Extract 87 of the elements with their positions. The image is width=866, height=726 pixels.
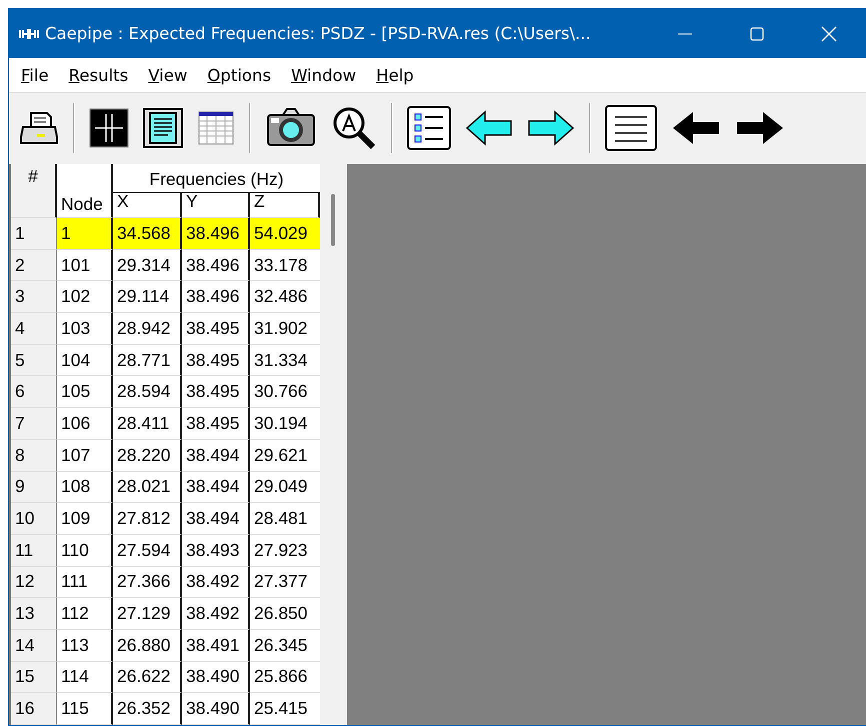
table-cell: 113 <box>57 630 113 662</box>
row-number: 15 <box>11 662 57 694</box>
row-number: 11 <box>11 534 57 567</box>
table-cell: 38.495 <box>182 408 250 440</box>
table-cell: 27.366 <box>113 566 182 598</box>
table-cell: 1 <box>57 218 113 250</box>
table-cell: 27.812 <box>113 503 182 535</box>
document-icon[interactable] <box>143 108 183 148</box>
window-title: Caepipe : Expected Frequencies: PSDZ - [PSD-RVA.res (C:\Users\... <box>45 24 592 44</box>
table-cell: 111 <box>57 566 113 598</box>
table-cell: 26.880 <box>113 630 182 662</box>
row-number: 7 <box>11 408 57 440</box>
table-cell: 28.594 <box>113 376 182 408</box>
scrollbar-thumb[interactable] <box>331 194 335 246</box>
table-cell: 38.491 <box>182 630 250 662</box>
table-cell: 101 <box>57 250 113 282</box>
table-cell: 38.493 <box>182 534 250 567</box>
table-cell: 112 <box>57 598 113 630</box>
table-cell: 38.495 <box>182 313 250 345</box>
table-cell: 38.495 <box>182 344 250 376</box>
menu-item[interactable]: File <box>19 66 61 85</box>
table-cell: 38.494 <box>182 472 250 504</box>
table-cell: 38.492 <box>182 566 250 598</box>
table-cell: 38.492 <box>182 598 250 630</box>
magnifier-icon[interactable] <box>331 105 377 152</box>
menu-item[interactable]: Options <box>205 66 284 85</box>
table-cell: 102 <box>57 281 113 314</box>
table-cell: 108 <box>57 472 113 504</box>
table-cell: 28.220 <box>113 440 182 472</box>
table-cell: 26.352 <box>113 693 182 725</box>
menu-item[interactable]: View <box>146 66 200 85</box>
table-cell: 38.496 <box>182 281 250 314</box>
row-number: 8 <box>11 440 57 472</box>
row-number: 14 <box>11 630 57 662</box>
text-lines-icon[interactable] <box>605 105 657 152</box>
table-cell: 114 <box>57 662 113 694</box>
row-number: 2 <box>11 250 57 282</box>
row-number: 16 <box>11 693 57 725</box>
row-number: 1 <box>11 218 57 250</box>
table-cell: 26.622 <box>113 662 182 694</box>
table-cell: 29.314 <box>113 250 182 282</box>
row-number: 12 <box>11 566 57 598</box>
table-cell: 105 <box>57 376 113 408</box>
app-icon <box>19 28 39 40</box>
row-number: 9 <box>11 472 57 504</box>
menu-item[interactable]: Window <box>289 66 368 85</box>
column-header: # <box>11 164 57 218</box>
bulleted-list-icon[interactable] <box>407 106 451 150</box>
table-cell: 109 <box>57 503 113 535</box>
table-cell: 28.021 <box>113 472 182 504</box>
crosshair-icon[interactable] <box>89 108 129 148</box>
table-cell: 38.496 <box>182 218 250 250</box>
table-cell: 29.114 <box>113 281 182 314</box>
table-cell: 38.490 <box>182 693 250 725</box>
row-number: 5 <box>11 344 57 376</box>
table-cell: 103 <box>57 313 113 345</box>
table-cell: 38.495 <box>182 376 250 408</box>
row-number: 4 <box>11 313 57 345</box>
maximize-icon[interactable] <box>749 26 765 42</box>
table-cell: 115 <box>57 693 113 725</box>
menu-item[interactable]: Help <box>374 66 426 85</box>
left-arrow-icon[interactable] <box>465 110 513 146</box>
table-cell: 27.129 <box>113 598 182 630</box>
table-cell: 38.494 <box>182 503 250 535</box>
table-cell: 110 <box>57 534 113 567</box>
table-icon[interactable] <box>197 109 235 148</box>
table-cell: 28.771 <box>113 344 182 376</box>
table-cell: 28.942 <box>113 313 182 345</box>
table-cell: 34.568 <box>113 218 182 250</box>
left-arrow-icon[interactable] <box>671 110 721 146</box>
row-number: 10 <box>11 503 57 535</box>
right-arrow-icon[interactable] <box>527 110 575 146</box>
row-number: 6 <box>11 376 57 408</box>
table-cell: 38.490 <box>182 662 250 694</box>
right-arrow-icon[interactable] <box>735 110 785 146</box>
menu-item[interactable]: Results <box>66 66 140 85</box>
table-cell: 107 <box>57 440 113 472</box>
table-cell: 28.411 <box>113 408 182 440</box>
table-cell: 38.496 <box>182 250 250 282</box>
table-cell: 54.029 <box>250 218 320 250</box>
table-cell: 38.494 <box>182 440 250 472</box>
close-icon[interactable] <box>821 26 837 42</box>
row-number: 3 <box>11 281 57 314</box>
table-cell: 27.594 <box>113 534 182 567</box>
table-cell: 106 <box>57 408 113 440</box>
table-cell: 104 <box>57 344 113 376</box>
row-number: 13 <box>11 598 57 630</box>
